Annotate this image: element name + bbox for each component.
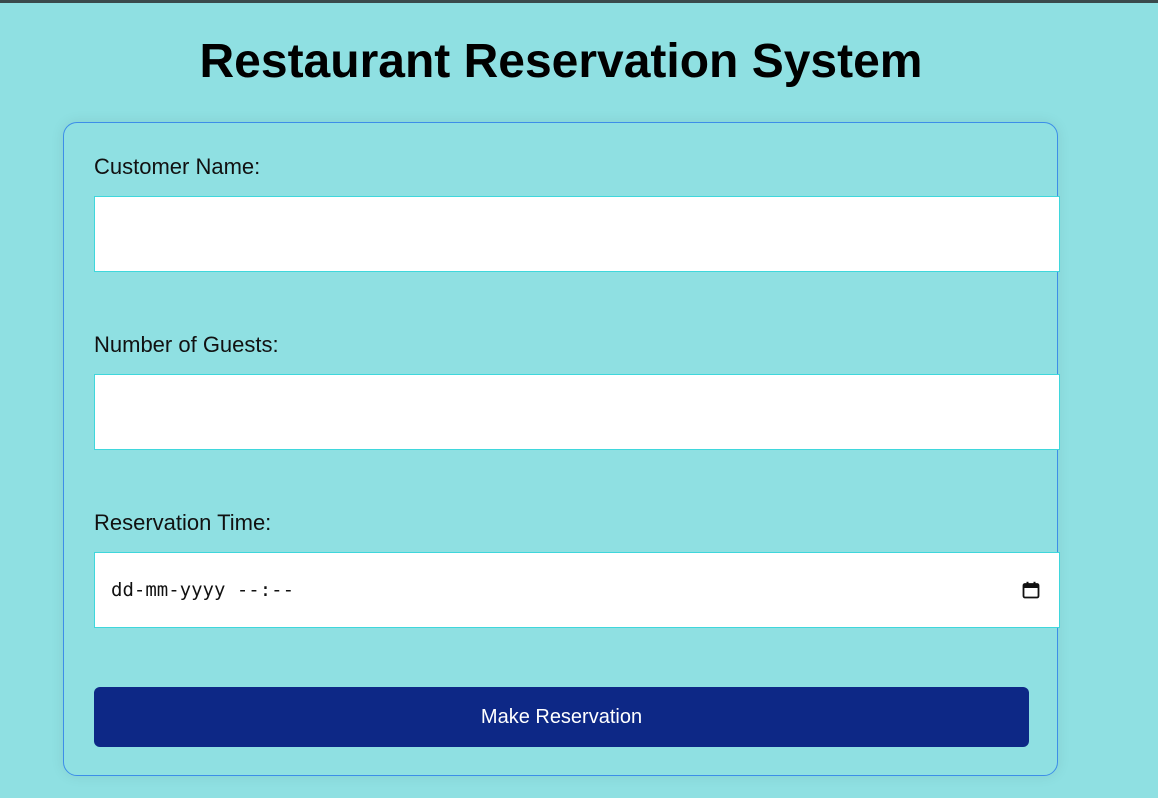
reservation-time-input[interactable]: dd-mm-yyyy --:-- <box>94 552 1060 628</box>
window-top-edge <box>0 0 1158 3</box>
guests-input[interactable] <box>94 374 1060 450</box>
customer-name-input[interactable] <box>94 196 1060 272</box>
reservation-time-placeholder: dd-mm-yyyy --:-- <box>111 579 295 601</box>
guests-label: Number of Guests: <box>94 332 279 357</box>
page-title: Restaurant Reservation System <box>199 35 923 88</box>
reservation-time-label: Reservation Time: <box>94 510 272 535</box>
make-reservation-button[interactable]: Make Reservation <box>94 687 1029 747</box>
calendar-icon[interactable] <box>1022 581 1040 599</box>
customer-name-label: Customer Name: <box>94 154 261 179</box>
